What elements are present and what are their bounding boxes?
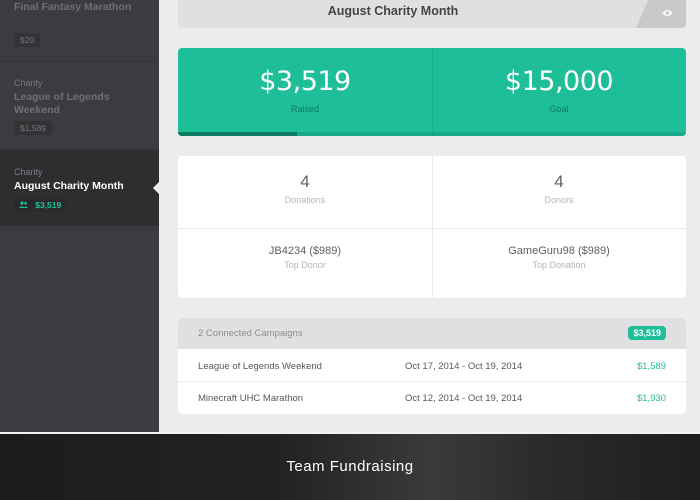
goal-label: Goal: [549, 104, 569, 114]
top-donor-value: JB4234 ($989): [268, 245, 342, 257]
fundraising-progress-panel: $3,519 Raised $15,000 Goal: [178, 48, 686, 136]
sidebar: Final Fantasy Marathon $20 Charity Leagu…: [0, 0, 159, 432]
donations-value: 4: [300, 172, 310, 191]
sidebar-item-category: Charity: [14, 78, 43, 88]
campaign-amount: $1,589: [636, 361, 666, 372]
view-button[interactable]: [636, 0, 686, 28]
campaign-dates: Oct 17, 2014 - Oct 19, 2014: [405, 361, 523, 372]
people-icon: [19, 201, 30, 210]
sidebar-item-name: Final Fantasy Marathon: [14, 1, 132, 13]
campaign-dates: Oct 12, 2014 - Oct 19, 2014: [405, 393, 523, 404]
goal-value: $15,000: [504, 66, 614, 97]
donations-label: Donations: [284, 195, 326, 205]
top-donor-stat: JB4234 ($989) Top Donor: [178, 245, 432, 270]
donors-value: 4: [554, 172, 564, 191]
app-window: Final Fantasy Marathon $20 Charity Leagu…: [0, 0, 700, 432]
sidebar-item-category: Charity: [14, 167, 43, 177]
sidebar-item-august-charity-month[interactable]: Charity August Charity Month $3,519: [0, 150, 159, 226]
campaign-name: League of Legends Weekend: [198, 361, 322, 372]
caption-bar: Team Fundraising: [0, 432, 700, 500]
raised-value: $3,519: [259, 66, 351, 97]
progress-bar-fill: [178, 132, 298, 136]
sidebar-item-league-of-legends-weekend[interactable]: Charity League of Legends Weekend $1,589: [0, 62, 159, 150]
sidebar-item-name: League of Legends Weekend: [14, 91, 110, 116]
connected-campaigns-panel: 2 Connected Campaigns $3,519 League of L…: [178, 318, 686, 414]
top-donor-label: Top Donor: [284, 260, 326, 270]
sidebar-item-amount: $1,589: [14, 121, 52, 135]
donors-label: Donors: [544, 195, 574, 205]
sidebar-item-name: August Charity Month: [14, 180, 124, 192]
stats-panel: 4 Donations 4 Donors JB4234 ($989) Top D…: [178, 156, 686, 298]
eye-icon: [662, 10, 673, 16]
campaign-header: August Charity Month: [178, 0, 686, 28]
campaign-amount: $1,930: [636, 393, 666, 404]
sidebar-item-amount-badge: $3,519: [14, 198, 68, 212]
top-donation-label: Top Donation: [532, 260, 586, 270]
connected-campaigns-header: 2 Connected Campaigns $3,519: [178, 318, 686, 349]
sidebar-item-amount: $20: [14, 33, 41, 47]
campaign-name: Minecraft UHC Marathon: [198, 393, 304, 404]
donations-stat: 4 Donations: [178, 172, 432, 205]
page-title: August Charity Month: [327, 4, 459, 18]
donors-stat: 4 Donors: [432, 172, 686, 205]
raised-label: Raised: [290, 104, 319, 114]
sidebar-item-amount: $3,519: [35, 200, 62, 210]
progress-bar: [178, 132, 686, 136]
connected-campaigns-title: 2 Connected Campaigns: [198, 328, 303, 339]
sidebar-item-final-fantasy-marathon[interactable]: Final Fantasy Marathon $20: [0, 0, 159, 62]
table-row[interactable]: League of Legends Weekend Oct 17, 2014 -…: [178, 350, 686, 382]
active-indicator: [153, 182, 159, 194]
top-donation-value: GameGuru98 ($989): [508, 245, 610, 257]
divider: [178, 228, 686, 229]
table-row[interactable]: Minecraft UHC Marathon Oct 12, 2014 - Oc…: [178, 382, 686, 414]
connected-total-badge: $3,519: [628, 326, 666, 340]
caption-text: Team Fundraising: [286, 458, 414, 475]
top-donation-stat: GameGuru98 ($989) Top Donation: [432, 245, 686, 270]
